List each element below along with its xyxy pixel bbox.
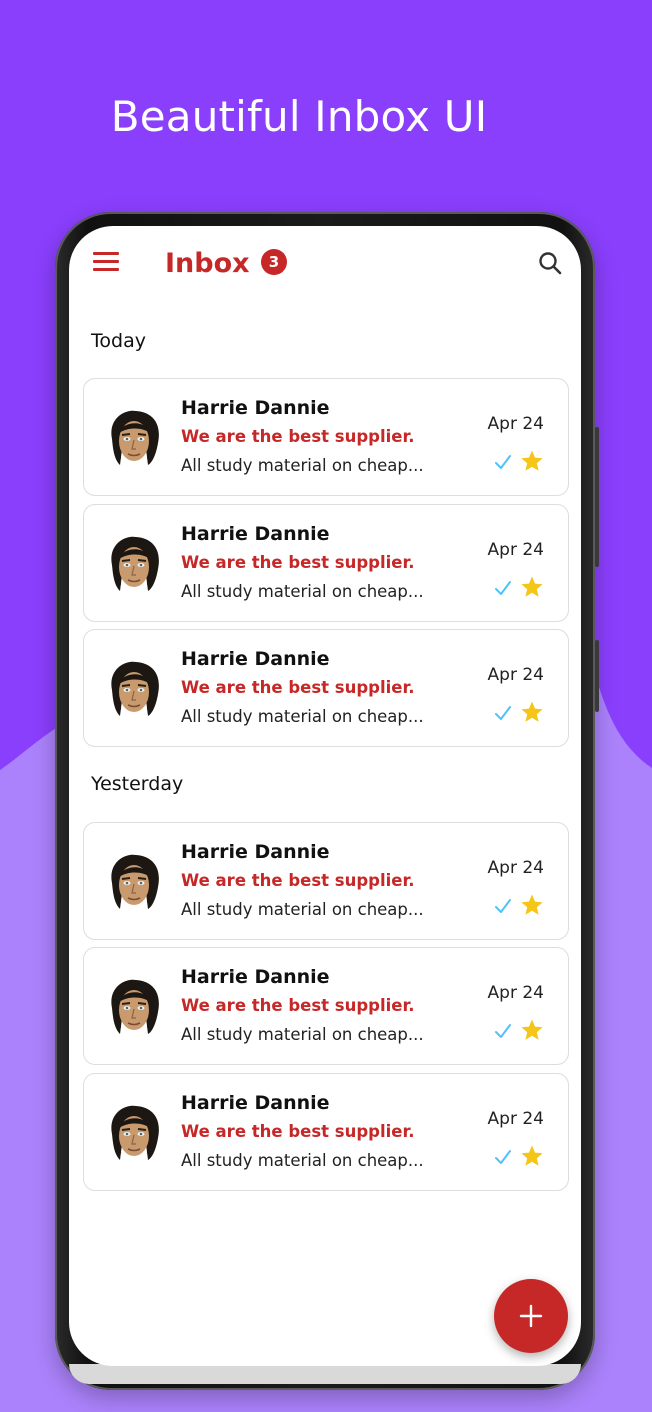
page-headline: Beautiful Inbox UI	[110, 92, 488, 141]
email-date: Apr 24	[487, 665, 544, 685]
email-card[interactable]: Harrie Dannie We are the best supplier. …	[83, 947, 569, 1065]
email-subject: We are the best supplier.	[181, 678, 415, 697]
email-card[interactable]: Harrie Dannie We are the best supplier. …	[83, 822, 569, 940]
read-check-icon	[495, 706, 511, 720]
phone-frame: Inbox 3 Today Harrie Dannie We are the b…	[55, 212, 599, 1390]
email-date: Apr 24	[487, 540, 544, 560]
volume-button	[595, 427, 599, 567]
phone-chin	[69, 1364, 581, 1384]
read-check-icon	[495, 1024, 511, 1038]
compose-button[interactable]	[494, 1279, 568, 1353]
email-subject: We are the best supplier.	[181, 553, 415, 572]
email-date: Apr 24	[487, 983, 544, 1003]
app-screen: Inbox 3 Today Harrie Dannie We are the b…	[69, 226, 581, 1366]
email-card[interactable]: Harrie Dannie We are the best supplier. …	[83, 629, 569, 747]
email-preview: All study material on cheap...	[181, 707, 424, 726]
sender-name: Harrie Dannie	[181, 1092, 330, 1114]
star-icon[interactable]	[520, 700, 544, 724]
email-date: Apr 24	[487, 858, 544, 878]
email-subject: We are the best supplier.	[181, 427, 415, 446]
section-label: Yesterday	[91, 773, 184, 795]
search-icon[interactable]	[537, 250, 563, 276]
power-button	[595, 640, 599, 712]
email-preview: All study material on cheap...	[181, 582, 424, 601]
email-preview: All study material on cheap...	[181, 456, 424, 475]
app-bar: Inbox 3	[69, 226, 581, 304]
email-preview: All study material on cheap...	[181, 1025, 424, 1044]
star-icon[interactable]	[520, 575, 544, 599]
read-check-icon	[495, 1150, 511, 1164]
star-icon[interactable]	[520, 1144, 544, 1168]
star-icon[interactable]	[520, 449, 544, 473]
section-label: Today	[91, 330, 146, 352]
email-card[interactable]: Harrie Dannie We are the best supplier. …	[83, 504, 569, 622]
star-icon[interactable]	[520, 893, 544, 917]
email-subject: We are the best supplier.	[181, 996, 415, 1015]
avatar	[111, 979, 159, 1034]
sender-name: Harrie Dannie	[181, 966, 330, 988]
read-check-icon	[495, 455, 511, 469]
email-card[interactable]: Harrie Dannie We are the best supplier. …	[83, 378, 569, 496]
email-card[interactable]: Harrie Dannie We are the best supplier. …	[83, 1073, 569, 1191]
hamburger-menu-icon[interactable]	[93, 252, 119, 274]
star-icon[interactable]	[520, 1018, 544, 1042]
email-subject: We are the best supplier.	[181, 1122, 415, 1141]
email-preview: All study material on cheap...	[181, 900, 424, 919]
plus-icon	[519, 1304, 543, 1328]
sender-name: Harrie Dannie	[181, 523, 330, 545]
read-check-icon	[495, 581, 511, 595]
email-date: Apr 24	[487, 414, 544, 434]
unread-count-badge: 3	[261, 249, 287, 275]
sender-name: Harrie Dannie	[181, 648, 330, 670]
sender-name: Harrie Dannie	[181, 841, 330, 863]
sender-name: Harrie Dannie	[181, 397, 330, 419]
avatar	[111, 661, 159, 716]
avatar	[111, 410, 159, 465]
avatar	[111, 1105, 159, 1160]
email-preview: All study material on cheap...	[181, 1151, 424, 1170]
avatar	[111, 854, 159, 909]
avatar	[111, 536, 159, 591]
inbox-title: Inbox	[165, 248, 250, 279]
read-check-icon	[495, 899, 511, 913]
email-date: Apr 24	[487, 1109, 544, 1129]
email-subject: We are the best supplier.	[181, 871, 415, 890]
